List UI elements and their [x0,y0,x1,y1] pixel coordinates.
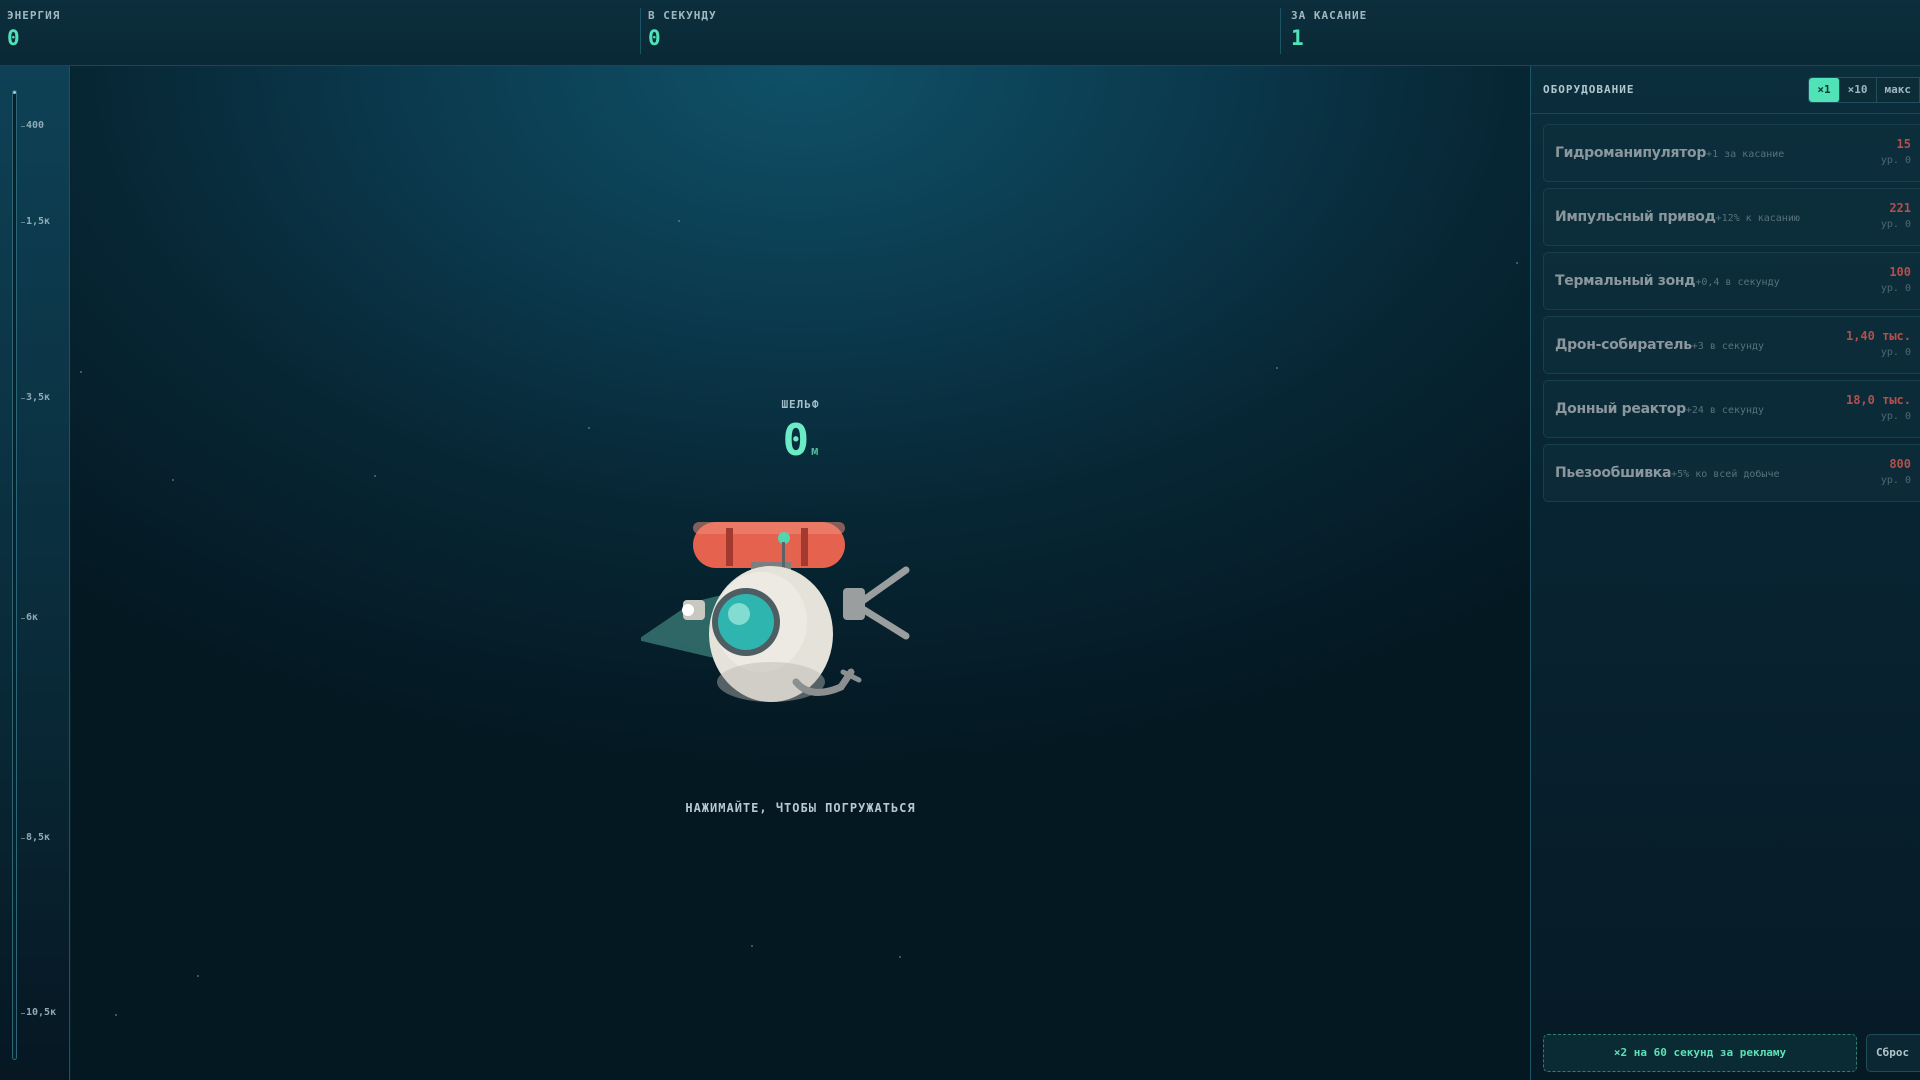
upgrade-hydromanipulator[interactable]: Гидроманипулятор+1 за касание 15 ур. 0 [1543,124,1920,182]
depth-progress-track [12,90,17,1060]
energy-stat: ЭНЕРГИЯ 0 [0,0,640,65]
upgrade-title: Донный реактор [1555,401,1686,417]
plankton-particle [1516,262,1518,264]
dive-area[interactable]: ШЕЛЬФ 0м НАЖИМАЙТЕ, ЧТОБЫ ПОГРУЖАТЬСЯ [71,66,1530,1080]
claw-lower-icon [857,604,910,640]
panel-title: ОБОРУДОВАНИЕ [1543,83,1635,96]
upgrade-level: ур. 0 [1880,475,1911,486]
stats-bar: ЭНЕРГИЯ 0 В СЕКУНДУ 0 ЗА КАСАНИЕ 1 [0,0,1920,66]
upgrade-level: ур. 0 [1880,283,1911,294]
upgrade-collector-drone[interactable]: Дрон-собиратель+3 в секунду 1,40 тыс. ур… [1543,316,1920,374]
upgrade-effect: +3 в секунду [1691,341,1765,352]
depth-tick-6000: 6к [20,612,39,623]
tap-hint: НАЖИМАЙТЕ, ЧТОБЫ ПОГРУЖАТЬСЯ [685,801,916,815]
upgrade-cost: 100 [1889,265,1911,279]
upgrade-title: Пьезообшивка [1555,465,1672,481]
depth-display: ШЕЛЬФ 0м [71,398,1530,475]
energy-label: ЭНЕРГИЯ [7,9,61,22]
per-second-value: 0 [647,26,661,50]
equipment-panel: ОБОРУДОВАНИЕ ×1 ×10 макс Гидроманипулято… [1530,66,1920,1080]
upgrade-title: Гидроманипулятор [1555,145,1707,161]
depth-tick-10500: 10,5к [20,1007,57,1018]
upgrade-effect: +1 за касание [1706,149,1785,160]
upgrade-name: Дрон-собиратель+3 в секунду [1555,337,1764,353]
upgrade-piezo-plating[interactable]: Пьезообшивка+5% ко всей добыче 800 ур. 0 [1543,444,1920,502]
upgrade-title: Дрон-собиратель [1555,337,1692,353]
upgrade-effect: +12% к касанию [1715,213,1800,224]
upgrade-title: Термальный зонд [1555,273,1696,289]
upgrade-effect: +24 в секунду [1685,405,1765,416]
upgrade-cost: 800 [1889,457,1911,471]
per-tap-stat: ЗА КАСАНИЕ 1 [1279,0,1920,65]
upgrade-level: ур. 0 [1880,219,1911,230]
antenna [782,542,785,568]
upgrade-name: Термальный зонд+0,4 в секунду [1555,273,1780,289]
depth-tick-3500: 3,5к [20,392,51,403]
upgrade-name: Донный реактор+24 в секунду [1555,401,1764,417]
searchlight-bulb [682,604,694,616]
per-second-stat: В СЕКУНДУ 0 [639,0,1280,65]
upgrade-cost: 15 [1896,137,1911,151]
per-tap-label: ЗА КАСАНИЕ [1290,9,1368,22]
upgrade-cost: 18,0 тыс. [1845,393,1911,407]
plankton-particle [172,479,174,481]
ad-boost-button[interactable]: ×2 на 60 секунд за рекламу [1543,1034,1857,1072]
depth-tick-400: 400 [20,120,45,131]
upgrade-seabed-reactor[interactable]: Донный реактор+24 в секунду 18,0 тыс. ур… [1543,380,1920,438]
upgrade-level: ур. 0 [1880,411,1911,422]
plankton-particle [899,956,901,958]
multiplier-x10-button[interactable]: ×10 [1839,78,1877,102]
depth-unit: м [811,444,819,458]
upgrade-title: Импульсный привод [1555,209,1716,225]
plankton-particle [115,1014,117,1016]
submarine-icon[interactable] [641,522,941,782]
upgrade-impulse-drive[interactable]: Импульсный привод+12% к касанию 221 ур. … [1543,188,1920,246]
depth-ruler: 400 1,5к 3,5к 6к 8,5к 10,5к [0,66,70,1080]
panel-header: ОБОРУДОВАНИЕ ×1 ×10 макс [1531,66,1920,114]
upgrade-effect: +5% ко всей добыче [1671,469,1780,480]
energy-value: 0 [7,26,20,50]
upgrade-level: ур. 0 [1880,347,1911,358]
depth-tick-8500: 8,5к [20,832,51,843]
upgrade-cost: 1,40 тыс. [1845,329,1911,343]
upgrade-list: Гидроманипулятор+1 за касание 15 ур. 0 И… [1531,114,1920,502]
buy-multiplier-group: ×1 ×10 макс [1808,77,1920,103]
plankton-particle [374,475,376,477]
depth-readout: 0м [71,417,1530,475]
plankton-particle [197,975,199,977]
plankton-particle [80,371,82,373]
depth-value: 0 [782,415,810,466]
zone-label: ШЕЛЬФ [781,398,820,411]
per-second-label: В СЕКУНДУ [647,9,717,22]
multiplier-max-button[interactable]: макс [1876,78,1919,102]
plankton-particle [678,220,680,222]
per-tap-value: 1 [1290,26,1304,50]
tank-strap [801,528,808,566]
reset-button[interactable]: Сброс [1866,1034,1920,1072]
plankton-particle [1276,367,1278,369]
upgrade-name: Гидроманипулятор+1 за касание [1555,145,1784,161]
upgrade-name: Пьезообшивка+5% ко всей добыче [1555,465,1779,481]
claw-upper-icon [857,566,910,606]
hull-shade [717,662,825,702]
upgrade-thermal-probe[interactable]: Термальный зонд+0,4 в секунду 100 ур. 0 [1543,252,1920,310]
depth-tick-1500: 1,5к [20,216,51,227]
plankton-particle [751,945,753,947]
upgrade-level: ур. 0 [1880,155,1911,166]
upgrade-effect: +0,4 в секунду [1695,277,1780,288]
porthole-glare [728,603,750,625]
depth-progress-fill [13,91,16,94]
tank-strap [726,528,733,566]
ballast-tank-highlight [693,522,845,534]
upgrade-name: Импульсный привод+12% к касанию [1555,209,1800,225]
upgrade-cost: 221 [1889,201,1911,215]
multiplier-x1-button[interactable]: ×1 [1809,78,1840,102]
